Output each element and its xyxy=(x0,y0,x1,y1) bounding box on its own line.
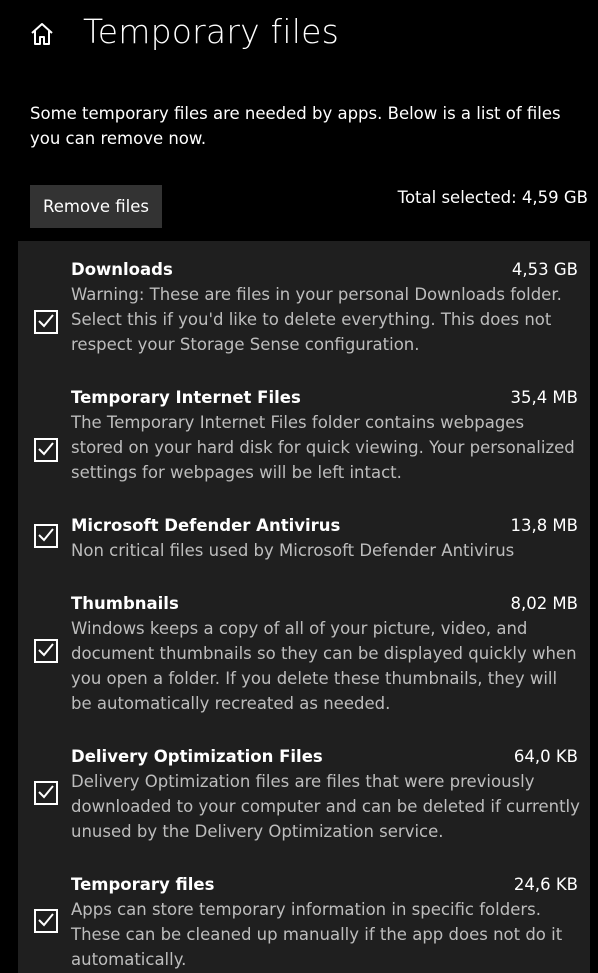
checkmark-icon xyxy=(38,642,54,661)
item-checkbox[interactable] xyxy=(34,909,58,933)
item-size: 24,6 KB xyxy=(513,875,578,894)
item-size: 4,53 GB xyxy=(511,260,578,279)
item-description: Warning: These are files in your persona… xyxy=(71,285,562,354)
item-description: Windows keeps a copy of all of your pict… xyxy=(71,619,577,713)
item-checkbox[interactable] xyxy=(34,438,58,462)
item-name: Delivery Optimization Files xyxy=(71,747,323,766)
item-description: Apps can store temporary information in … xyxy=(71,900,563,969)
total-selected: Total selected: 4,59 GB xyxy=(397,188,588,207)
remove-files-button[interactable]: Remove files xyxy=(30,185,162,228)
item-name: Downloads xyxy=(71,260,173,279)
page-header: Temporary files xyxy=(0,0,598,80)
item-checkbox[interactable] xyxy=(34,781,58,805)
item-name: Temporary Internet Files xyxy=(71,388,301,407)
item-description: The Temporary Internet Files folder cont… xyxy=(71,413,575,482)
checkmark-icon xyxy=(38,527,54,546)
home-button[interactable] xyxy=(26,20,58,52)
item-size: 35,4 MB xyxy=(510,388,578,407)
temporary-files-list: Downloads 4,53 GB Warning: These are fil… xyxy=(18,241,590,973)
item-checkbox[interactable] xyxy=(34,639,58,663)
home-icon xyxy=(29,21,55,51)
item-name: Microsoft Defender Antivirus xyxy=(71,516,341,535)
item-description: Delivery Optimization files are files th… xyxy=(71,772,580,841)
checkmark-icon xyxy=(38,441,54,460)
intro-text: Some temporary files are needed by apps.… xyxy=(30,104,561,148)
checkmark-icon xyxy=(38,912,54,931)
page-title: Temporary files xyxy=(83,12,339,51)
item-name: Temporary files xyxy=(71,875,215,894)
item-checkbox[interactable] xyxy=(34,310,58,334)
checkmark-icon xyxy=(38,784,54,803)
item-size: 13,8 MB xyxy=(510,516,578,535)
item-name: Thumbnails xyxy=(71,594,179,613)
item-checkbox[interactable] xyxy=(34,524,58,548)
item-size: 8,02 MB xyxy=(510,594,578,613)
item-size: 64,0 KB xyxy=(513,747,578,766)
item-description: Non critical files used by Microsoft Def… xyxy=(71,541,515,560)
checkmark-icon xyxy=(38,313,54,332)
